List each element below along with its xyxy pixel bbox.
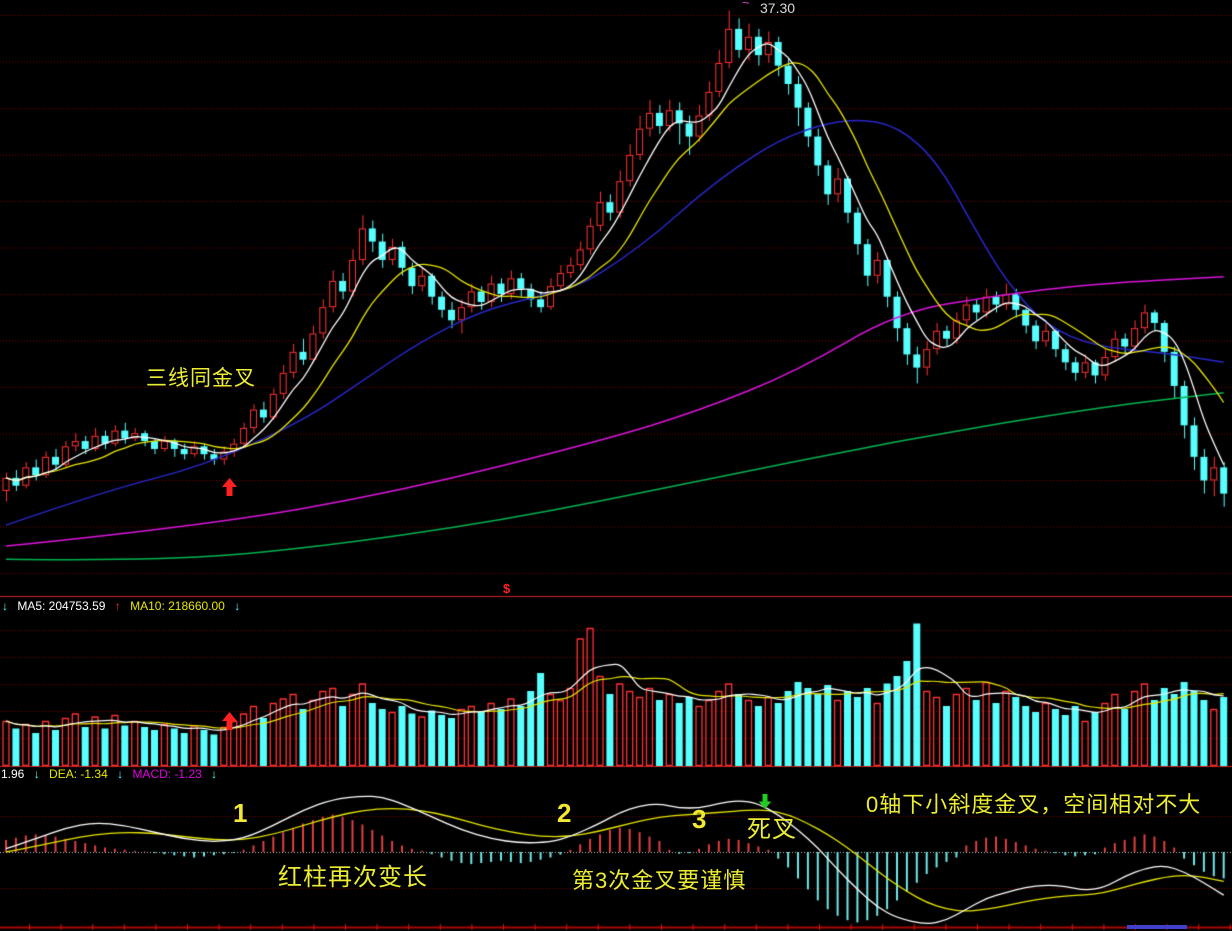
stock-chart-window: ~ 37.30 三线同金叉 $ ↓ MA5: 204753.59 ↑ MA10:… bbox=[0, 0, 1232, 931]
chart-canvas[interactable] bbox=[0, 0, 1232, 931]
scrollbar-thumb[interactable] bbox=[1127, 925, 1187, 929]
